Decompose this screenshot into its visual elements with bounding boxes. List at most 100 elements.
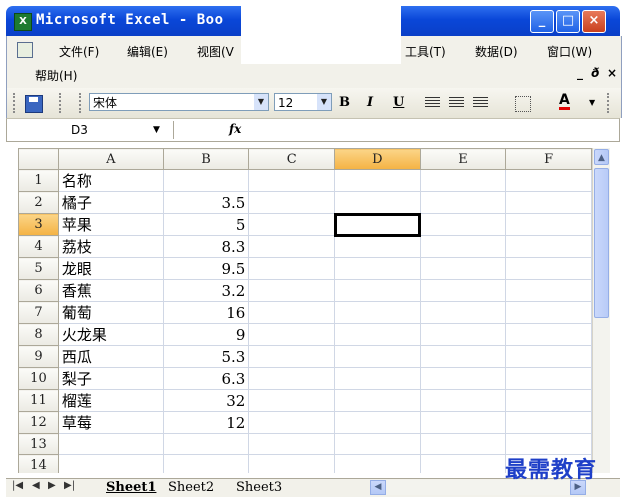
- cell-e[interactable]: [419, 345, 507, 368]
- cell-d[interactable]: [334, 301, 421, 324]
- cell-f[interactable]: [505, 191, 592, 214]
- scroll-left-button[interactable]: ◀: [370, 480, 386, 495]
- cell-e[interactable]: [419, 411, 507, 434]
- cell-e[interactable]: [419, 279, 507, 302]
- cell-e[interactable]: [419, 389, 507, 412]
- row-header[interactable]: 4: [18, 235, 59, 258]
- active-cell[interactable]: [333, 212, 422, 237]
- cell-a[interactable]: 龙眼: [57, 257, 164, 280]
- cell-a[interactable]: 梨子: [57, 367, 164, 390]
- cell-b[interactable]: 9.5: [162, 257, 250, 280]
- column-header[interactable]: C: [248, 148, 335, 170]
- save-icon[interactable]: [25, 95, 43, 113]
- chevron-down-icon[interactable]: ▼: [254, 94, 268, 110]
- cell-b[interactable]: 5.3: [162, 345, 250, 368]
- column-header-active[interactable]: D: [334, 148, 421, 170]
- row-header[interactable]: 13: [18, 433, 59, 455]
- select-all-corner[interactable]: [18, 148, 59, 170]
- row-header[interactable]: 14: [18, 454, 59, 473]
- row-header[interactable]: 2: [18, 191, 59, 214]
- row-header[interactable]: 5: [18, 257, 59, 280]
- cell-d[interactable]: [334, 257, 421, 280]
- row-header[interactable]: 3: [18, 213, 59, 236]
- font-name-select[interactable]: 宋体 ▼: [89, 93, 269, 111]
- menu-tools[interactable]: 工具(T): [405, 43, 446, 60]
- cell-f[interactable]: [505, 323, 592, 346]
- cell-a[interactable]: 橘子: [57, 191, 164, 214]
- cell-e[interactable]: [419, 191, 507, 214]
- cell-a[interactable]: [57, 454, 164, 473]
- cell-d[interactable]: [334, 169, 421, 192]
- align-center-icon[interactable]: [449, 97, 464, 109]
- toolbar-grip[interactable]: [13, 93, 18, 113]
- close-button[interactable]: ×: [582, 10, 606, 33]
- cell-e[interactable]: [419, 433, 507, 455]
- cell-c[interactable]: [248, 235, 335, 258]
- cell-e[interactable]: [419, 169, 507, 192]
- align-left-icon[interactable]: [425, 97, 440, 109]
- row-header[interactable]: 1: [18, 169, 59, 192]
- cell-d[interactable]: [334, 433, 421, 455]
- cell-e[interactable]: [419, 367, 507, 390]
- menu-help[interactable]: 帮助(H): [35, 67, 77, 84]
- cell-b[interactable]: 8.3: [162, 235, 250, 258]
- row-header[interactable]: 10: [18, 367, 59, 390]
- cell-e[interactable]: [419, 235, 507, 258]
- cell-c[interactable]: [248, 213, 335, 236]
- menu-edit[interactable]: 编辑(E): [127, 43, 168, 60]
- cell-b[interactable]: 6.3: [162, 367, 250, 390]
- toolbar-grip[interactable]: [59, 93, 64, 113]
- sheet-tab-sheet2[interactable]: Sheet2: [168, 479, 214, 496]
- cell-a[interactable]: [57, 433, 164, 455]
- cell-d[interactable]: [334, 191, 421, 214]
- cell-f[interactable]: [505, 389, 592, 412]
- next-sheet-button[interactable]: ▶: [48, 480, 56, 491]
- workbook-close-button[interactable]: ×: [607, 66, 617, 80]
- cell-c[interactable]: [248, 345, 335, 368]
- row-header[interactable]: 8: [18, 323, 59, 346]
- column-header[interactable]: A: [57, 148, 164, 170]
- fill-handle[interactable]: [417, 233, 420, 235]
- cell-c[interactable]: [248, 389, 335, 412]
- row-header[interactable]: 6: [18, 279, 59, 302]
- font-color-button[interactable]: A: [559, 93, 570, 110]
- cell-c[interactable]: [248, 411, 335, 434]
- prev-sheet-button[interactable]: ◀: [32, 480, 40, 491]
- cell-c[interactable]: [248, 301, 335, 324]
- document-icon[interactable]: [17, 42, 33, 58]
- cell-b[interactable]: [162, 454, 250, 473]
- cell-b[interactable]: 3.2: [162, 279, 250, 302]
- bold-button[interactable]: B: [339, 95, 350, 110]
- cell-f[interactable]: [505, 345, 592, 368]
- cell-d[interactable]: [334, 235, 421, 258]
- cell-b[interactable]: 9: [162, 323, 250, 346]
- cell-d[interactable]: [334, 323, 421, 346]
- cell-f[interactable]: [505, 169, 592, 192]
- cell-f[interactable]: [505, 235, 592, 258]
- menu-file[interactable]: 文件(F): [59, 43, 99, 60]
- menu-window[interactable]: 窗口(W): [547, 43, 592, 60]
- cell-a[interactable]: 榴莲: [57, 389, 164, 412]
- font-size-select[interactable]: 12 ▼: [274, 93, 332, 111]
- cell-a[interactable]: 草莓: [57, 411, 164, 434]
- cell-e[interactable]: [419, 257, 507, 280]
- sheet-tab-sheet3[interactable]: Sheet3: [236, 479, 282, 496]
- vertical-scrollbar[interactable]: ▲: [592, 148, 610, 473]
- cell-d[interactable]: [334, 367, 421, 390]
- cell-b[interactable]: 16: [162, 301, 250, 324]
- scroll-thumb[interactable]: [594, 168, 609, 318]
- cell-a[interactable]: 火龙果: [57, 323, 164, 346]
- cell-d[interactable]: [334, 345, 421, 368]
- cell-f[interactable]: [505, 257, 592, 280]
- cell-b[interactable]: [162, 169, 250, 192]
- restore-button[interactable]: □: [556, 10, 580, 33]
- formula-input[interactable]: [251, 121, 611, 139]
- cell-a[interactable]: 名称: [57, 169, 164, 192]
- cell-f[interactable]: [505, 411, 592, 434]
- column-header[interactable]: B: [162, 148, 250, 170]
- menu-data[interactable]: 数据(D): [475, 43, 518, 60]
- cell-d[interactable]: [334, 389, 421, 412]
- sheet-tab-sheet1[interactable]: Sheet1: [106, 479, 156, 496]
- borders-icon[interactable]: [515, 96, 531, 112]
- cell-f[interactable]: [505, 301, 592, 324]
